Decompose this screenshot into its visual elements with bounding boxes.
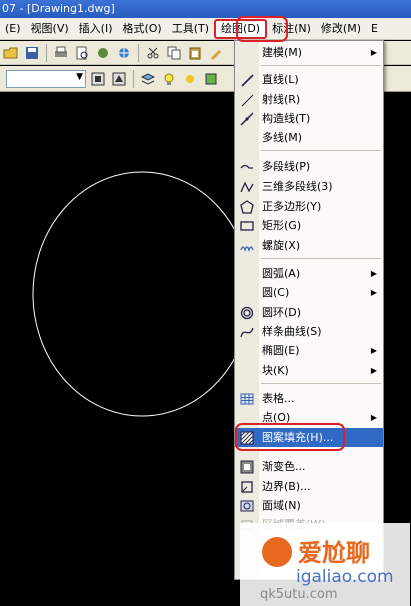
menu-item-multiline[interactable]: 多线(M) <box>235 128 383 147</box>
table-icon <box>239 391 255 406</box>
menu-item-boundary[interactable]: 边界(B)... <box>235 477 383 496</box>
menu-item-donut[interactable]: 圆环(D) <box>235 303 383 322</box>
annotation-highlight-hatch <box>235 423 345 451</box>
watermark: 爱尬聊 igaliao.com qk5utu.com <box>240 523 410 606</box>
menu-item-line[interactable]: 直线(L) <box>235 70 383 89</box>
menu-item-polyline[interactable]: 多段线(P) <box>235 157 383 176</box>
lightbulb-icon[interactable] <box>160 70 178 88</box>
submenu-arrow-icon: ▶ <box>370 413 377 422</box>
ray-icon <box>239 92 255 107</box>
workspace-combo[interactable]: ▼ <box>6 69 86 88</box>
annotation-highlight-draw-menu <box>236 16 288 42</box>
menu-insert[interactable]: 插入(I) <box>74 19 118 39</box>
menu-modify[interactable]: 修改(M) <box>316 19 366 39</box>
save-icon[interactable] <box>23 44 41 62</box>
toolbar-divider <box>46 43 47 62</box>
layer-states-icon[interactable] <box>110 70 128 88</box>
menu-item-table[interactable]: 表格... <box>235 389 383 408</box>
polygon-icon <box>239 199 255 214</box>
menu-item-gradient[interactable]: 渐变色... <box>235 457 383 476</box>
publish-icon[interactable] <box>94 44 112 62</box>
spline-icon <box>239 324 255 339</box>
copy-icon[interactable] <box>165 44 183 62</box>
submenu-arrow-icon: ▶ <box>370 269 377 278</box>
cut-icon[interactable] <box>144 44 162 62</box>
3d-polyline-icon <box>239 179 255 194</box>
submenu-arrow-icon: ▶ <box>370 346 377 355</box>
submenu-arrow-icon: ▶ <box>370 48 377 57</box>
menu-item-3d-polyline[interactable]: 三维多段线(3) <box>235 177 383 196</box>
rectangle-icon <box>239 218 255 233</box>
toolbar-divider <box>138 43 139 62</box>
menu-item-rectangle[interactable]: 矩形(G) <box>235 216 383 235</box>
preview-icon[interactable] <box>73 44 91 62</box>
menu-item-modeling[interactable]: 建模(M) ▶ <box>235 43 383 62</box>
menu-format[interactable]: 格式(O) <box>117 19 166 39</box>
paste-icon[interactable] <box>186 44 204 62</box>
watermark-url: igaliao.com <box>296 567 394 587</box>
menu-item-helix[interactable]: 螺旋(X) <box>235 236 383 255</box>
gradient-icon <box>239 459 255 474</box>
window-title: 07 - [Drawing1.dwg] <box>0 0 411 18</box>
layer-manager-icon[interactable] <box>139 70 157 88</box>
submenu-arrow-icon: ▶ <box>370 288 377 297</box>
boundary-icon <box>239 479 255 494</box>
menu-item-construction-line[interactable]: 构造线(T) <box>235 109 383 128</box>
menu-bar: (E) 视图(V) 插入(I) 格式(O) 工具(T) 绘图(D) 标注(N) … <box>0 18 411 40</box>
menu-item-arc[interactable]: 圆弧(A) ▶ <box>235 264 383 283</box>
construction-line-icon <box>239 111 255 126</box>
menu-edit[interactable]: (E) <box>0 19 26 39</box>
watermark-url-secondary: qk5utu.com <box>260 587 338 602</box>
toolbar-divider <box>133 69 134 88</box>
match-properties-icon[interactable] <box>207 44 225 62</box>
globe-icon[interactable] <box>115 44 133 62</box>
menu-tools[interactable]: 工具(T) <box>167 19 214 39</box>
menu-separator <box>261 258 381 259</box>
menu-item-polygon[interactable]: 正多边形(Y) <box>235 197 383 216</box>
menu-separator <box>261 65 381 66</box>
layer-tool-icon[interactable] <box>89 70 107 88</box>
sun-icon[interactable] <box>181 70 199 88</box>
color-square-icon[interactable] <box>202 70 220 88</box>
menu-separator <box>261 383 381 384</box>
menu-item-spline[interactable]: 样条曲线(S) <box>235 322 383 341</box>
menu-item-block[interactable]: 块(K) ▶ <box>235 361 383 380</box>
menu-item-region[interactable]: 面域(N) <box>235 496 383 515</box>
line-icon <box>239 72 255 87</box>
menu-item-ellipse[interactable]: 椭圆(E) ▶ <box>235 341 383 360</box>
menu-separator <box>261 150 381 151</box>
open-icon[interactable] <box>2 44 20 62</box>
draw-menu-dropdown: 建模(M) ▶ 直线(L) 射线(R) 构造线(T) 多线(M) 多段线(P) … <box>234 40 384 580</box>
menu-item-circle[interactable]: 圆(C) ▶ <box>235 283 383 302</box>
watermark-brand: 爱尬聊 <box>298 539 370 567</box>
menu-express[interactable]: E <box>366 19 383 39</box>
helix-icon <box>239 238 255 253</box>
menu-view[interactable]: 视图(V) <box>26 19 74 39</box>
print-icon[interactable] <box>52 44 70 62</box>
donut-icon <box>239 305 255 320</box>
brand-logo-icon <box>262 537 292 567</box>
submenu-arrow-icon: ▶ <box>370 366 377 375</box>
menu-item-ray[interactable]: 射线(R) <box>235 90 383 109</box>
polyline-icon <box>239 159 255 174</box>
region-icon <box>239 498 255 513</box>
